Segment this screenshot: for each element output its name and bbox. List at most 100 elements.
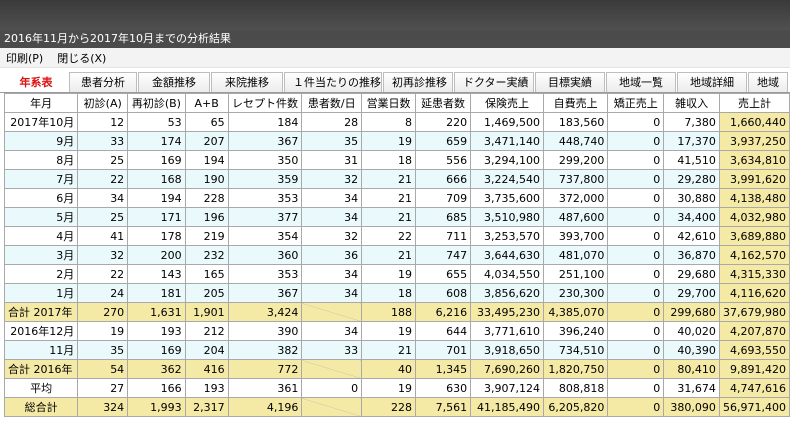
table-cell: 53 [127, 112, 186, 132]
total-row[interactable]: 合計 2016年 54 362 416 772 40 1,345 7,690,260 1,820… [3, 359, 790, 379]
table-row[interactable]: 5月 25 171 196 377 34 21 685 3,510,980 487,600 0 34,… [3, 207, 790, 227]
table-cell: 196 [184, 207, 229, 227]
table-cell: 232 [184, 245, 229, 265]
table-cell: 35 [301, 131, 363, 151]
row-label-cell: 平均 [3, 378, 79, 398]
table-row[interactable]: 2016年12月 19 193 212 390 34 19 644 3,771,610 396,2… [3, 321, 790, 341]
table-cell: 630 [414, 378, 472, 398]
table-cell: 644 [414, 321, 472, 341]
table-cell: 1,660,440 [718, 112, 790, 132]
table-cell: 230,300 [542, 283, 609, 303]
tab-region[interactable]: 地域 [748, 72, 788, 92]
column-header[interactable]: 再初診(B) [127, 93, 186, 113]
table-cell: 18 [361, 283, 416, 303]
table-cell: 1,901 [184, 302, 229, 322]
column-header[interactable]: A+B [184, 93, 229, 113]
table-cell: 367 [227, 131, 303, 151]
table-cell: 40 [361, 359, 416, 379]
tab-per-case-trend[interactable]: １件当たりの推移 [284, 72, 382, 92]
column-header[interactable]: 自費売上 [542, 93, 609, 113]
tab-patient-analysis[interactable]: 患者分析 [69, 72, 137, 92]
print-menu[interactable]: 印刷(P) [6, 50, 43, 66]
table-cell: 3,424 [227, 302, 303, 322]
table-row[interactable]: 8月 25 169 194 350 31 18 556 3,294,100 299,200 0 41,… [3, 150, 790, 170]
table-cell: 1,469,500 [470, 112, 544, 132]
table-cell: 299,200 [542, 150, 609, 170]
table-cell: 34 [77, 188, 129, 208]
close-menu[interactable]: 閉じる(X) [57, 50, 106, 66]
tab-region-detail[interactable]: 地域詳細 [677, 72, 747, 92]
table-cell: 183,560 [542, 112, 609, 132]
tab-amount-trend[interactable]: 金額推移 [138, 72, 210, 92]
table-cell: 22 [77, 169, 129, 189]
table-row[interactable]: 4月 41 178 219 354 32 22 711 3,253,570 393,700 0 42,… [3, 226, 790, 246]
column-header[interactable]: 延患者数 [414, 93, 472, 113]
table-cell: 353 [227, 188, 303, 208]
table-row[interactable]: 11月 35 169 204 382 33 21 701 3,918,650 734,510 0 40… [3, 340, 790, 360]
table-row[interactable]: 9月 33 174 207 367 35 19 659 3,471,140 448,740 0 17,… [3, 131, 790, 151]
table-cell: 270 [77, 302, 129, 322]
table-cell: 380,090 [663, 397, 720, 417]
table-row[interactable]: 6月 34 194 228 353 34 21 709 3,735,600 372,000 0 30,… [3, 188, 790, 208]
table-row[interactable]: 平均 27 166 193 361 0 19 630 3,907,124 808,818 0 31,6… [3, 378, 790, 398]
table-row[interactable]: 1月 24 181 205 367 34 18 608 3,856,620 230,300 0 29,… [3, 283, 790, 303]
table-cell: 24 [77, 283, 129, 303]
table-cell: 25 [77, 207, 129, 227]
table-cell: 737,800 [542, 169, 609, 189]
table-cell: 372,000 [542, 188, 609, 208]
row-label-cell: 総合計 [3, 397, 79, 417]
table-cell: 3,689,880 [718, 226, 790, 246]
table-cell: 32 [301, 169, 363, 189]
table-cell: 30,880 [663, 188, 720, 208]
table-cell: 3,735,600 [470, 188, 544, 208]
column-header[interactable]: 矯正売上 [607, 93, 665, 113]
table-cell: 193 [184, 378, 229, 398]
table-cell: 32 [301, 226, 363, 246]
row-label-cell: 9月 [3, 131, 79, 151]
table-cell: 22 [361, 226, 416, 246]
tab-visit-trend[interactable]: 来院推移 [211, 72, 283, 92]
table-cell: 40,020 [663, 321, 720, 341]
table-cell: 36 [301, 245, 363, 265]
column-header[interactable]: 売上計 [718, 93, 790, 113]
table-cell: 659 [414, 131, 472, 151]
column-header[interactable]: 初診(A) [77, 93, 129, 113]
table-row[interactable]: 3月 32 200 232 360 36 21 747 3,644,630 481,070 0 36,… [3, 245, 790, 265]
table-cell: 377 [227, 207, 303, 227]
table-cell: 194 [184, 150, 229, 170]
column-header[interactable]: 年月 [3, 93, 79, 113]
column-header[interactable]: 雑収入 [663, 93, 720, 113]
column-header[interactable]: 営業日数 [361, 93, 416, 113]
table-cell: 608 [414, 283, 472, 303]
column-header[interactable]: レセプト件数 [227, 93, 303, 113]
table-cell: 350 [227, 150, 303, 170]
table-cell: 0 [607, 340, 665, 360]
total-row[interactable]: 合計 2017年 270 1,631 1,901 3,424 188 6,216 33,495… [3, 302, 790, 322]
table-cell: 7,561 [414, 397, 472, 417]
table-cell: 34 [301, 207, 363, 227]
table-row[interactable]: 7月 22 168 190 359 32 21 666 3,224,540 737,800 0 29,… [3, 169, 790, 189]
column-header[interactable]: 保険売上 [470, 93, 544, 113]
table-cell: 396,240 [542, 321, 609, 341]
table-cell: 701 [414, 340, 472, 360]
table-cell: 21 [361, 188, 416, 208]
table-cell: 393,700 [542, 226, 609, 246]
table-cell: 251,100 [542, 264, 609, 284]
tab-region-list[interactable]: 地域一覧 [606, 72, 676, 92]
tab-first-revisit-trend[interactable]: 初再診推移 [383, 72, 453, 92]
table-cell: 0 [607, 150, 665, 170]
table-cell: 6,216 [414, 302, 472, 322]
table-cell: 0 [607, 169, 665, 189]
column-header[interactable]: 患者数/日 [301, 93, 363, 113]
total-row[interactable]: 総合計 324 1,993 2,317 4,196 228 7,561 41,185,490 6… [3, 397, 790, 417]
table-row[interactable]: 2月 22 143 165 353 34 19 655 4,034,550 251,100 0 29,… [3, 264, 790, 284]
table-cell: 22 [77, 264, 129, 284]
tab-target-results[interactable]: 目標実績 [535, 72, 605, 92]
table-row[interactable]: 2017年10月 12 53 65 184 28 8 220 1,469,500 183,560 0… [3, 112, 790, 132]
tab-yearly-table[interactable]: 年系表 [4, 72, 68, 92]
yearly-data-table: 年月 初診(A) 再初診(B) A+B レセプト件数 患者数/日 営業日数 延患者数 保険売上自… [3, 93, 790, 417]
table-cell: 33 [77, 131, 129, 151]
tab-doctor-results[interactable]: ドクター実績 [454, 72, 534, 92]
table-cell: 29,280 [663, 169, 720, 189]
table-cell: 481,070 [542, 245, 609, 265]
